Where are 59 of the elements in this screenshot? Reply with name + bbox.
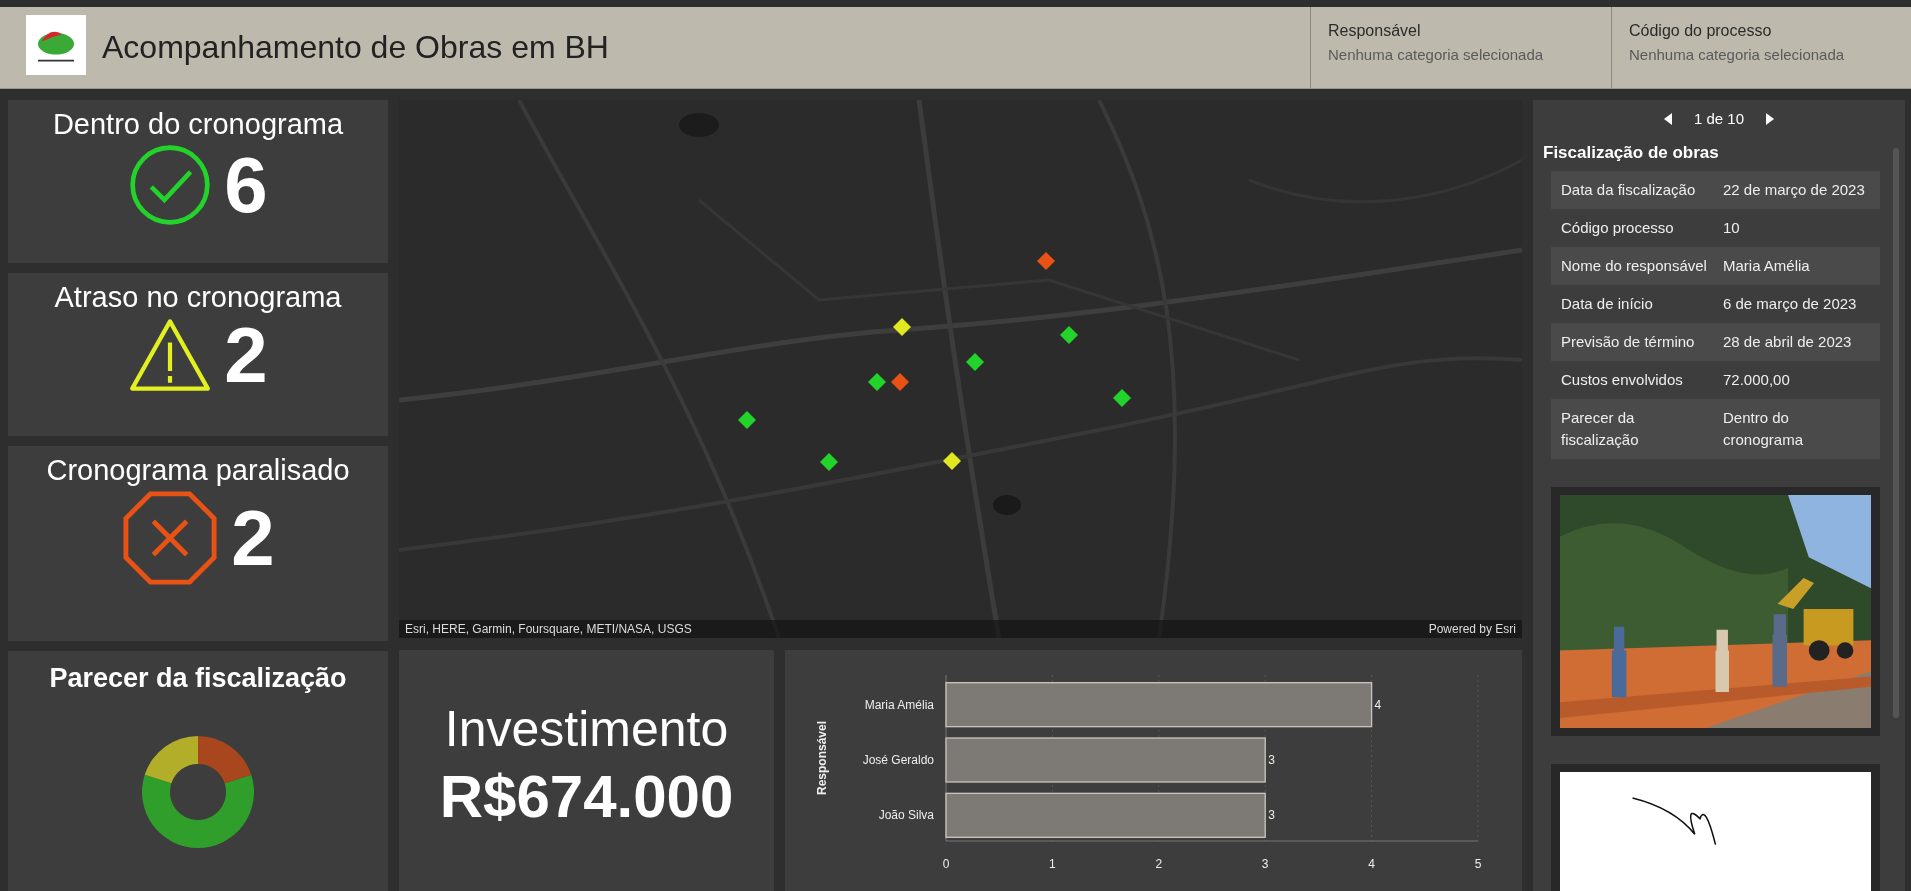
left-caret-icon bbox=[1663, 112, 1672, 125]
page-indicator: 1 de 10 bbox=[1693, 110, 1744, 127]
investment-value: R$674.000 bbox=[439, 762, 734, 831]
field-label: Código processo bbox=[1561, 218, 1675, 238]
field-value: 72.000,00 bbox=[1723, 370, 1791, 390]
dashboard-title: Acompanhamento de Obras em BH bbox=[102, 29, 610, 66]
map-marker[interactable] bbox=[890, 372, 909, 391]
data-label: 3 bbox=[1268, 808, 1275, 823]
map-marker[interactable] bbox=[942, 452, 961, 470]
map-marker[interactable] bbox=[1060, 326, 1079, 345]
kpi-title: Cronograma paralisado bbox=[46, 454, 350, 487]
next-button[interactable] bbox=[1766, 112, 1774, 125]
field-value: 28 de abril de 2023 bbox=[1723, 332, 1853, 352]
field-label: Previsão de término bbox=[1561, 332, 1696, 352]
investment-label: Investimento bbox=[444, 700, 729, 758]
map-marker[interactable] bbox=[738, 411, 757, 430]
category-filter[interactable]: Código do processo Nenhuma categoria selecionada bbox=[1611, 7, 1911, 88]
map-marker[interactable] bbox=[893, 318, 912, 337]
axis-tick-label: 4 bbox=[1368, 857, 1375, 871]
field-value: Maria Amélia bbox=[1723, 256, 1811, 276]
category-filter[interactable]: Responsável Nenhuma categoria selecionada bbox=[1310, 7, 1611, 88]
category-label: Maria Amélia bbox=[864, 697, 934, 712]
map-marker[interactable] bbox=[820, 453, 839, 472]
kpi-value: 6 bbox=[224, 146, 268, 224]
axis-tick-label: 5 bbox=[1474, 857, 1482, 871]
logo-icon bbox=[26, 15, 86, 75]
map-marker[interactable] bbox=[868, 372, 887, 391]
field-value: 22 de março de 2023 bbox=[1723, 180, 1866, 200]
field-value: 10 bbox=[1723, 218, 1741, 238]
previous-button[interactable] bbox=[1663, 112, 1672, 125]
field-label: Data de início bbox=[1561, 294, 1654, 314]
axis-tick-label: 0 bbox=[942, 857, 950, 871]
axis-tick-label: 2 bbox=[1155, 857, 1163, 871]
kpi-title: Atraso no cronograma bbox=[54, 281, 342, 314]
axis-title: Responsável bbox=[815, 721, 829, 795]
field-label: Nome do responsável bbox=[1561, 256, 1708, 276]
powered-by-text: Powered by Esri bbox=[1428, 622, 1516, 636]
kpi-title: Dentro do cronograma bbox=[52, 108, 344, 141]
map-marker[interactable] bbox=[966, 353, 985, 371]
scrollbar[interactable] bbox=[1893, 148, 1899, 718]
data-label: 4 bbox=[1374, 697, 1382, 712]
category-label: João Silva bbox=[878, 808, 934, 823]
attribution-text: Esri, HERE, Garmin, Foursquare, METI/NASA, USGS bbox=[405, 622, 692, 636]
field-value: 6 de março de 2023 bbox=[1723, 294, 1858, 314]
map-marker[interactable] bbox=[1113, 389, 1132, 408]
right-caret-icon bbox=[1766, 112, 1774, 125]
panel-title: Fiscalização de obras bbox=[1543, 143, 1720, 163]
field-value: Dentro do cronograma bbox=[1723, 408, 1805, 450]
axis-tick-label: 3 bbox=[1261, 857, 1269, 871]
field-label: Parecer da fiscalização bbox=[1561, 408, 1640, 450]
category-label: José Geraldo bbox=[862, 753, 934, 767]
field-label: Data da fiscalização bbox=[1561, 180, 1697, 200]
map-marker[interactable] bbox=[1036, 251, 1055, 270]
field-label: Custos envolvidos bbox=[1561, 370, 1684, 390]
chart-title: Parecer da fiscalização bbox=[49, 663, 347, 694]
data-label: 3 bbox=[1268, 753, 1275, 767]
kpi-value: 2 bbox=[231, 499, 275, 577]
axis-tick-label: 1 bbox=[1049, 857, 1056, 871]
kpi-value: 2 bbox=[224, 316, 268, 394]
